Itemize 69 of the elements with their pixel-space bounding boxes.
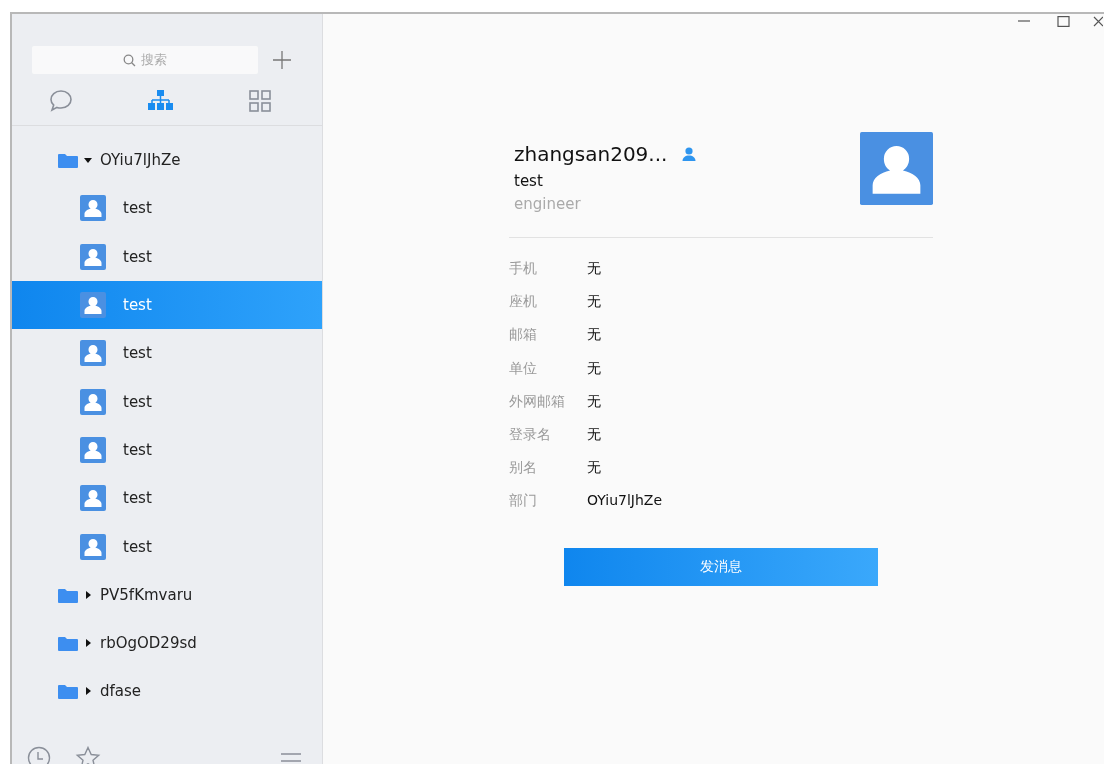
field-label: 邮箱 (509, 326, 538, 345)
caret-right-icon[interactable] (84, 687, 92, 696)
field-label: 座机 (509, 293, 538, 312)
field-label: 手机 (509, 260, 538, 278)
field-value: 无 (587, 326, 602, 345)
folder-icon (58, 152, 78, 169)
contact-name: test (123, 392, 152, 411)
contact-item[interactable]: test (12, 425, 322, 475)
field-label: 外网邮箱 (509, 392, 566, 411)
folder-label: dfase (100, 682, 142, 701)
caret-right-icon[interactable] (84, 639, 92, 648)
field-value: 无 (587, 293, 602, 312)
folder-icon (58, 635, 78, 652)
folder-icon (58, 586, 78, 603)
org-chart-tab[interactable] (147, 88, 175, 113)
field-value: 无 (587, 425, 602, 444)
folder-item[interactable]: OYiu7lJhZe (12, 136, 322, 185)
field-label: 单位 (509, 359, 538, 378)
contact-name: test (123, 199, 152, 218)
person-icon (80, 388, 106, 415)
person-icon (80, 292, 106, 319)
contact-item[interactable]: test (12, 474, 322, 523)
field-value: 无 (587, 392, 602, 411)
close-icon[interactable] (1093, 16, 1103, 27)
contact-name: test (123, 247, 152, 266)
field-value: 无 (587, 359, 602, 378)
contact-name: zhangsan209... (514, 142, 668, 166)
person-icon (80, 533, 106, 560)
contact-title: test (514, 172, 544, 190)
maximize-icon[interactable] (1057, 16, 1070, 27)
contact-name: test (123, 537, 152, 556)
person-icon (681, 146, 698, 162)
contact-name: test (123, 344, 152, 363)
contact-item[interactable]: test (12, 232, 322, 281)
folder-icon (58, 683, 78, 700)
caret-down-icon[interactable] (84, 156, 92, 165)
clock-icon[interactable] (27, 746, 51, 764)
folder-label: rbOgOD29sd (100, 634, 197, 653)
search-placeholder: 搜索 (141, 51, 167, 69)
person-icon (80, 436, 106, 463)
field-label: 部门 (509, 492, 538, 511)
caret-right-icon[interactable] (84, 590, 92, 599)
contact-role: engineer (514, 195, 582, 213)
folder-item[interactable]: rbOgOD29sd (12, 618, 322, 668)
person-icon (80, 340, 106, 367)
avatar-icon (860, 132, 933, 205)
grid-tab[interactable] (246, 88, 274, 113)
contact-item[interactable]: test (12, 184, 322, 233)
contact-item[interactable]: test (12, 377, 322, 426)
search-icon (123, 53, 136, 67)
folder-item[interactable]: dfase (12, 667, 322, 716)
field-label: 登录名 (509, 425, 552, 444)
contact-name: test (123, 440, 152, 459)
field-label: 别名 (509, 459, 538, 478)
field-value: OYiu7lJhZe (587, 492, 664, 511)
person-icon (80, 243, 106, 270)
star-icon[interactable] (75, 746, 101, 764)
field-value: 无 (587, 260, 602, 278)
folder-label: OYiu7lJhZe (100, 151, 181, 170)
folder-item[interactable]: PV5fKmvaru (12, 570, 322, 619)
folder-label: PV5fKmvaru (100, 585, 193, 604)
contact-name: test (123, 489, 152, 508)
contact-item[interactable]: test (12, 329, 322, 378)
field-value: 无 (587, 459, 602, 478)
add-button[interactable] (272, 50, 292, 70)
contact-item[interactable]: test (12, 522, 322, 571)
contact-name: test (123, 296, 152, 315)
person-icon (80, 485, 106, 512)
person-icon (80, 195, 106, 222)
